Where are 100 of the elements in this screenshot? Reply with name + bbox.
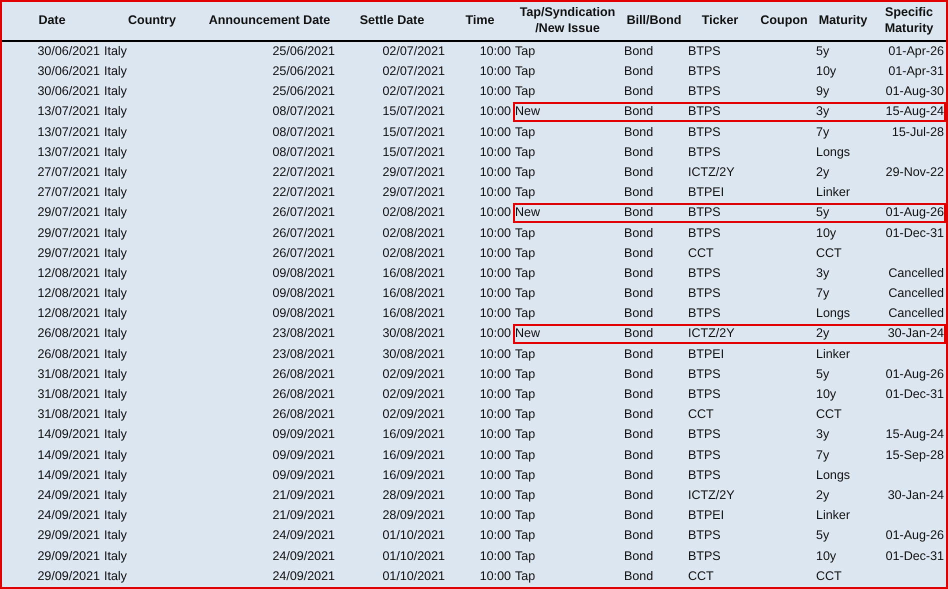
table-cell: Italy [104, 164, 127, 179]
table-cell: 15/07/2021 [382, 144, 445, 159]
table-cell: 16/09/2021 [382, 427, 445, 442]
table-cell: 01-Dec-31 [886, 226, 944, 240]
table-cell: 10:00 [480, 548, 511, 563]
table-cell: 31/08/2021 [37, 366, 100, 381]
table-cell: 10:00 [480, 468, 511, 482]
table-cell: 15-Aug-24 [886, 427, 944, 442]
table-cell: 7y [816, 124, 830, 139]
table-cell: Italy [104, 185, 127, 200]
table-cell: Bond [624, 326, 654, 340]
table-cell: BTPS [688, 468, 721, 482]
table-cell: 10:00 [480, 44, 511, 58]
table-cell: Bond [624, 44, 654, 58]
table-cell: 12/08/2021 [37, 286, 100, 300]
table-cell: Bond [624, 124, 654, 139]
table-cell: 10:00 [480, 84, 511, 98]
table-cell: Italy [104, 448, 127, 462]
table-cell: ICTZ/2Y [688, 326, 735, 340]
table-cell: 28/09/2021 [382, 508, 445, 522]
table-cell: 16/08/2021 [382, 306, 445, 320]
column-header: Bill/Bond [626, 13, 682, 28]
table-cell: 15-Aug-24 [886, 104, 944, 118]
table-cell: Tap [515, 427, 536, 442]
table-cell: 01-Aug-26 [886, 205, 944, 220]
table-cell: 30-Jan-24 [888, 488, 944, 502]
table-cell: 14/09/2021 [37, 448, 100, 462]
table-cell: 01-Apr-31 [888, 64, 944, 78]
table-cell: Italy [104, 568, 127, 583]
table-cell: 29/09/2021 [37, 568, 100, 583]
table-cell: 09/08/2021 [272, 306, 335, 320]
table-cell: 29/07/2021 [37, 205, 100, 220]
table-cell: BTPS [688, 44, 721, 58]
table-cell: Bond [624, 266, 654, 280]
table-cell: 26/07/2021 [272, 246, 335, 260]
table-cell: Italy [104, 104, 127, 118]
table-cell: 01-Aug-26 [886, 528, 944, 542]
table-cell: 21/09/2021 [272, 508, 335, 522]
table-cell: 01-Dec-31 [886, 548, 944, 563]
table-cell: Italy [104, 427, 127, 442]
table-cell: BTPS [688, 144, 721, 159]
table-cell: 3y [816, 266, 830, 280]
table-cell: 10:00 [480, 346, 511, 361]
table-cell: Italy [104, 306, 127, 320]
table-cell: 01/10/2021 [382, 568, 445, 583]
table-cell: 08/07/2021 [272, 144, 335, 159]
table-cell: Tap [515, 144, 536, 159]
table-cell: ICTZ/2Y [688, 164, 735, 179]
column-header: Specific Maturity [884, 5, 934, 35]
table-cell: 2y [816, 326, 830, 340]
table-cell: Italy [104, 508, 127, 522]
table-cell: BTPS [688, 366, 721, 381]
table-cell: 2y [816, 488, 830, 502]
table-cell: Italy [104, 84, 127, 98]
table-cell: 15/07/2021 [382, 124, 445, 139]
table-cell: 02/07/2021 [382, 64, 445, 78]
table-cell: Linker [816, 346, 850, 361]
table-cell: 24/09/2021 [37, 508, 100, 522]
table-cell: Tap [515, 84, 536, 98]
table-cell: Bond [624, 468, 654, 482]
table-cell: Bond [624, 84, 654, 98]
table-cell: Bond [624, 448, 654, 462]
table-cell: 13/07/2021 [37, 104, 100, 118]
table-cell: Tap [515, 164, 536, 179]
table-cell: Tap [515, 387, 536, 402]
table-cell: Tap [515, 448, 536, 462]
table-cell: 24/09/2021 [37, 488, 100, 502]
table-cell: Linker [816, 508, 850, 522]
table-cell: CCT [688, 246, 714, 260]
table-cell: 09/09/2021 [272, 468, 335, 482]
table-cell: Italy [104, 144, 127, 159]
column-header: Ticker [702, 13, 738, 28]
table-cell: 3y [816, 427, 830, 442]
table-cell: CCT [816, 568, 842, 583]
table-cell: BTPS [688, 448, 721, 462]
table-cell: Tap [515, 44, 536, 58]
table-cell: BTPS [688, 226, 721, 240]
table-cell: Italy [104, 326, 127, 340]
table-cell: Tap [515, 124, 536, 139]
table-cell: Italy [104, 286, 127, 300]
table-cell: Italy [104, 226, 127, 240]
table-cell: 02/08/2021 [382, 246, 445, 260]
table-cell: Italy [104, 44, 127, 58]
table-cell: Italy [104, 488, 127, 502]
table-cell: 10:00 [480, 488, 511, 502]
table-cell: 10:00 [480, 64, 511, 78]
table-cell: 10:00 [480, 407, 511, 422]
column-header: Coupon [760, 13, 808, 28]
table-cell: New [515, 104, 540, 118]
table-cell: 25/06/2021 [272, 84, 335, 98]
table-cell: 26/07/2021 [272, 226, 335, 240]
table-cell: Tap [515, 185, 536, 200]
table-cell: 30/06/2021 [37, 84, 100, 98]
table-cell: BTPS [688, 548, 721, 563]
table-cell: Bond [624, 407, 654, 422]
table-cell: 01-Dec-31 [886, 387, 944, 402]
table-cell: Linker [816, 185, 850, 200]
table-cell: 13/07/2021 [37, 144, 100, 159]
table-cell: 10:00 [480, 528, 511, 542]
table-cell: 26/08/2021 [272, 387, 335, 402]
